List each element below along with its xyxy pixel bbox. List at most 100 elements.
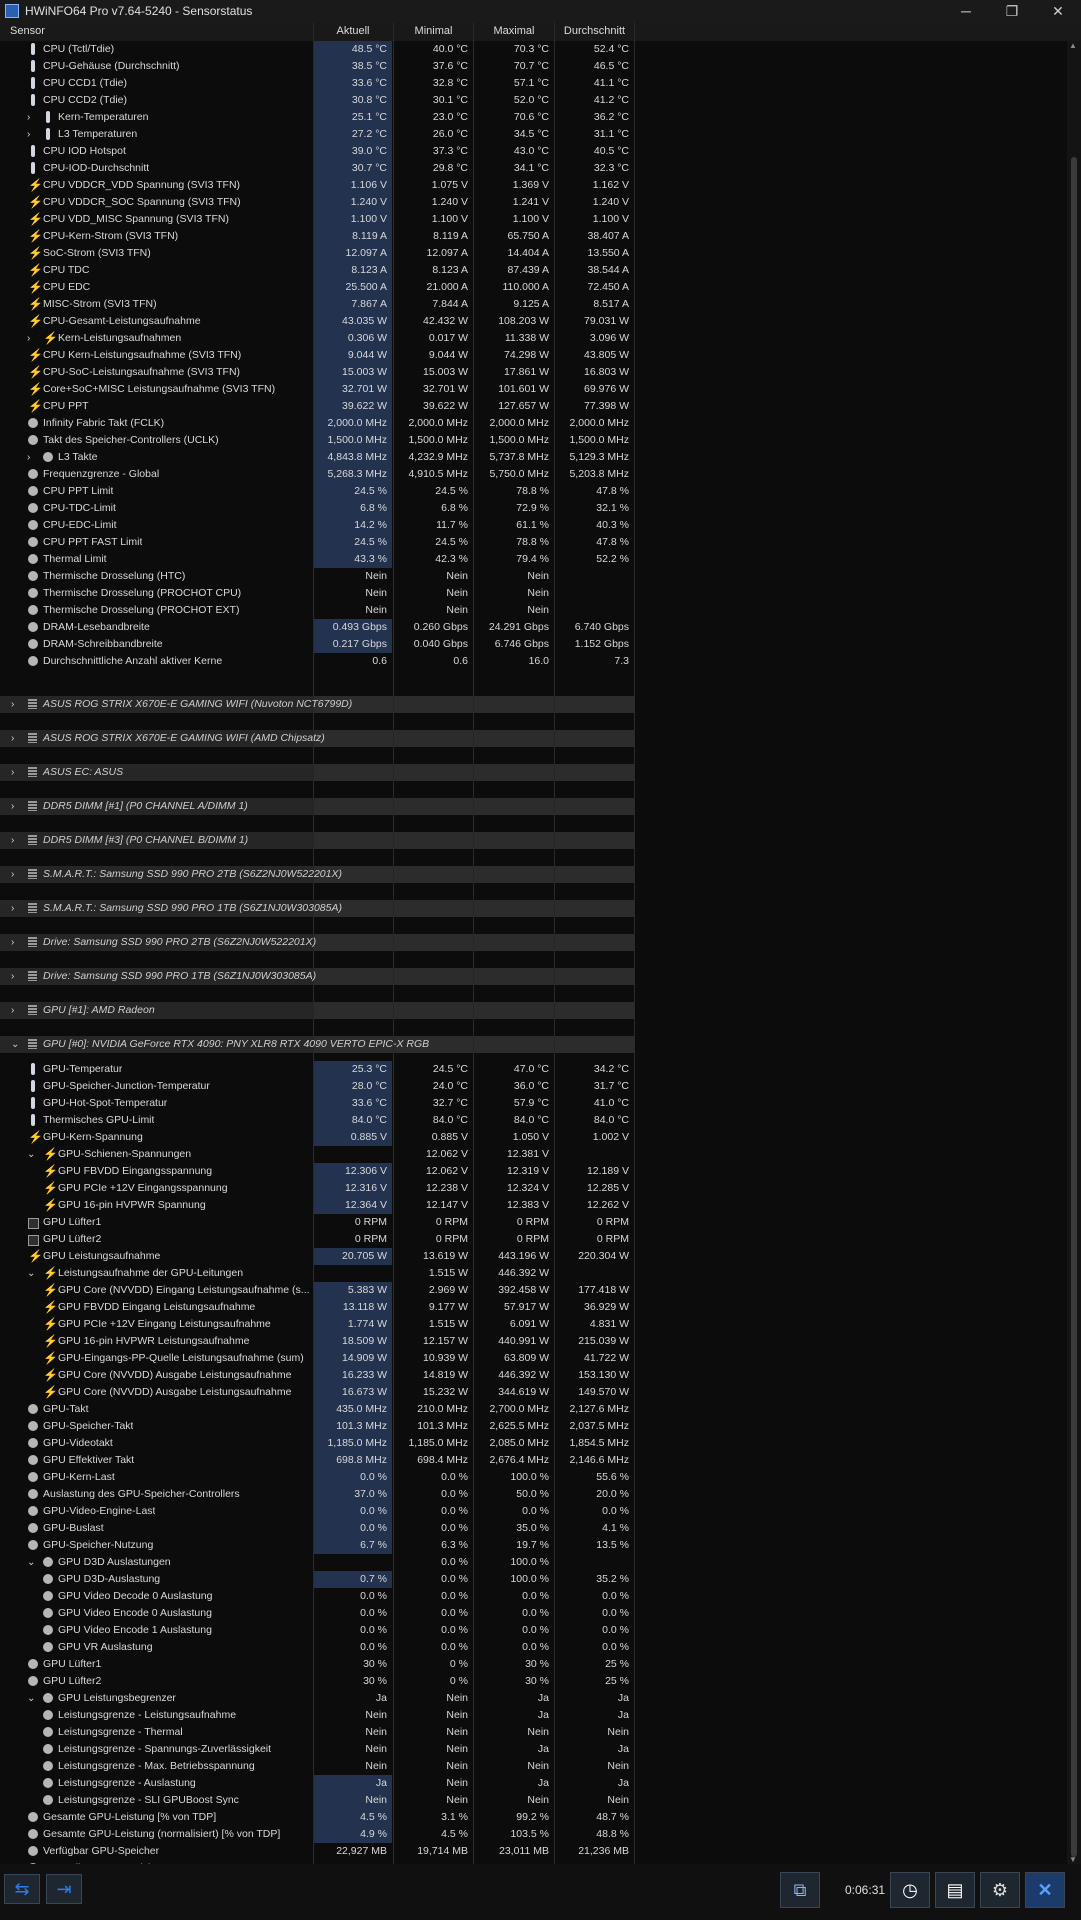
chevron-right-icon[interactable]: › <box>11 934 14 951</box>
sensor-group-row[interactable]: › DDR5 DIMM [#1] (P0 CHANNEL A/DIMM 1) <box>0 789 634 823</box>
sensor-row[interactable]: ⚡ CPU VDD_MISC Spannung (SVI3 TFN) 1.100 V… <box>0 211 634 228</box>
sensor-row[interactable]: ⚡ MISC-Strom (SVI3 TFN) 7.867 A 7.844 A 9.12… <box>0 296 634 313</box>
sensor-row[interactable]: ⚡ GPU 16-pin HVPWR Spannung 12.364 V 12.147… <box>0 1197 634 1214</box>
chevron-down-icon[interactable]: ⌄ <box>27 1554 35 1571</box>
sensor-row[interactable]: ⚡ Core+SoC+MISC Leistungsaufnahme (SVI3 T… <box>0 381 634 398</box>
sensor-row[interactable]: › ⚡ Kern-Leistungsaufnahmen 0.306 W 0.017 W 1… <box>0 330 634 347</box>
sensor-row[interactable]: ⚡ CPU-Kern-Strom (SVI3 TFN) 8.119 A 8.119 A… <box>0 228 634 245</box>
sensor-row[interactable]: ⚡ GPU-Kern-Spannung 0.885 V 0.885 V 1.050 V 1… <box>0 1129 634 1146</box>
restore-button[interactable]: ❐ <box>989 0 1035 22</box>
sensor-row[interactable]: GPU Video Encode 0 Auslastung 0.0 % 0.0 % 0… <box>0 1605 634 1622</box>
sensor-row[interactable]: ⚡ GPU FBVDD Eingang Leistungsaufnahme 13.1… <box>0 1299 634 1316</box>
sensor-row[interactable]: Infinity Fabric Takt (FCLK) 2,000.0 MHz 2,… <box>0 415 634 432</box>
sensor-row[interactable]: GPU-Speicher-Junction-Temperatur 28.0 °C 2… <box>0 1078 634 1095</box>
chevron-right-icon[interactable]: › <box>11 832 14 849</box>
scroll-down-icon[interactable]: ▼ <box>1069 1855 1077 1864</box>
chevron-down-icon[interactable]: ⌄ <box>11 1036 19 1053</box>
clock-button[interactable]: ◷ <box>890 1872 930 1908</box>
close-button[interactable]: ✕ <box>1035 0 1081 22</box>
sensor-group-row[interactable]: › Drive: Samsung SSD 990 PRO 2TB (S6Z2NJ0… <box>0 925 634 959</box>
sensor-row[interactable]: › L3 Takte 4,843.8 MHz 4,232.9 MHz 5,737.8 M… <box>0 449 634 466</box>
col-min[interactable]: Minimal <box>394 25 473 37</box>
chevron-right-icon[interactable]: › <box>11 866 14 883</box>
sensor-row[interactable]: ⚡ SoC-Strom (SVI3 TFN) 12.097 A 12.097 A 14.… <box>0 245 634 262</box>
close-sensors-button[interactable]: ✕ <box>1025 1872 1065 1908</box>
sensor-row[interactable]: GPU-Temperatur 25.3 °C 24.5 °C 47.0 °C 34.2 … <box>0 1061 634 1078</box>
sensor-row[interactable]: Leistungsgrenze - Thermal Nein Nein Nein Nei… <box>0 1724 634 1741</box>
sensor-row[interactable]: Leistungsgrenze - Spannungs-Zuverlässigk… <box>0 1741 634 1758</box>
col-avg[interactable]: Durchschnitt <box>555 25 634 37</box>
sensor-row[interactable]: › Kern-Temperaturen 25.1 °C 23.0 °C 70.6 °C 3… <box>0 109 634 126</box>
sensor-row[interactable]: GPU D3D-Auslastung 0.7 % 0.0 % 100.0 % 35.2 … <box>0 1571 634 1588</box>
sensor-row[interactable]: Thermische Drosselung (PROCHOT CPU) Nein N… <box>0 585 634 602</box>
sensor-row[interactable]: ⌄ ⚡ Leistungsaufnahme der GPU-Leitungen 1.5… <box>0 1265 634 1282</box>
sensor-row[interactable]: GPU Lüfter1 30 % 0 % 30 % 25 % <box>0 1656 634 1673</box>
sensor-row[interactable]: Leistungsgrenze - Auslastung Ja Nein Ja Ja <box>0 1775 634 1792</box>
chevron-right-icon[interactable]: › <box>11 764 14 781</box>
sensor-row[interactable]: ⚡ CPU-SoC-Leistungsaufnahme (SVI3 TFN) 15.… <box>0 364 634 381</box>
sensor-group-row[interactable]: › S.M.A.R.T.: Samsung SSD 990 PRO 2TB (S6… <box>0 857 634 891</box>
col-current[interactable]: Aktuell <box>314 25 392 37</box>
sensor-row[interactable]: GPU-Buslast 0.0 % 0.0 % 35.0 % 4.1 % <box>0 1520 634 1537</box>
sensor-row[interactable]: Leistungsgrenze - Leistungsaufnahme Nein N… <box>0 1707 634 1724</box>
sensor-row[interactable]: CPU PPT FAST Limit 24.5 % 24.5 % 78.8 % 47.8… <box>0 534 634 551</box>
sensor-row[interactable]: Auslastung des GPU-Speicher-Controllers 3… <box>0 1486 634 1503</box>
sensor-row[interactable]: ⚡ GPU PCIe +12V Eingang Leistungsaufnahme… <box>0 1316 634 1333</box>
sensor-row[interactable]: DRAM-Schreibbandbreite 0.217 Gbps 0.040 Gb… <box>0 636 634 653</box>
sensor-row[interactable]: ⚡ CPU PPT 39.622 W 39.622 W 127.657 W 77.398 … <box>0 398 634 415</box>
sensor-row[interactable]: GPU Lüfter1 0 RPM 0 RPM 0 RPM 0 RPM <box>0 1214 634 1231</box>
chevron-right-icon[interactable]: › <box>27 126 30 143</box>
sensor-row[interactable]: GPU-Speicher-Takt 101.3 MHz 101.3 MHz 2,625… <box>0 1418 634 1435</box>
sensor-row[interactable]: Thermisches GPU-Limit 84.0 °C 84.0 °C 84.0 … <box>0 1112 634 1129</box>
sensor-row[interactable]: GPU-Hot-Spot-Temperatur 33.6 °C 32.7 °C 57.… <box>0 1095 634 1112</box>
sensor-row[interactable]: CPU IOD Hotspot 39.0 °C 37.3 °C 43.0 °C 40.5… <box>0 143 634 160</box>
sensor-row[interactable]: › L3 Temperaturen 27.2 °C 26.0 °C 34.5 °C 31.… <box>0 126 634 143</box>
sensor-row[interactable]: ⚡ GPU FBVDD Eingangsspannung 12.306 V 12.06… <box>0 1163 634 1180</box>
sensor-row[interactable]: CPU-IOD-Durchschnitt 30.7 °C 29.8 °C 34.1 °… <box>0 160 634 177</box>
minimize-button[interactable]: ─ <box>943 0 989 22</box>
sensor-row[interactable]: ⚡ CPU Kern-Leistungsaufnahme (SVI3 TFN) 9.… <box>0 347 634 364</box>
sensor-row[interactable]: ⚡ CPU VDDCR_VDD Spannung (SVI3 TFN) 1.106 … <box>0 177 634 194</box>
col-sensor[interactable]: Sensor <box>10 25 45 37</box>
sensor-row[interactable]: Gesamte GPU-Leistung [% von TDP] 4.5 % 3.1… <box>0 1809 634 1826</box>
sensor-group-row[interactable]: › ASUS ROG STRIX X670E-E GAMING WIFI (Nuv… <box>0 687 634 721</box>
sensor-row[interactable]: ⚡ GPU PCIe +12V Eingangsspannung 12.316 V 1… <box>0 1180 634 1197</box>
sensor-row[interactable]: GPU-Speicher-Nutzung 6.7 % 6.3 % 19.7 % 13.5… <box>0 1537 634 1554</box>
chevron-down-icon[interactable]: ⌄ <box>27 1146 35 1163</box>
sensor-row[interactable]: Leistungsgrenze - SLI GPUBoost Sync Nein N… <box>0 1792 634 1809</box>
sensor-row[interactable]: ⚡ CPU VDDCR_SOC Spannung (SVI3 TFN) 1.240 … <box>0 194 634 211</box>
sensor-row[interactable]: Takt des Speicher-Controllers (UCLK) 1,50… <box>0 432 634 449</box>
sensor-row[interactable]: ⌄ ⚡ GPU-Schienen-Spannungen 12.062 V 12.381 … <box>0 1146 634 1163</box>
sensor-row[interactable]: CPU-TDC-Limit 6.8 % 6.8 % 72.9 % 32.1 % <box>0 500 634 517</box>
sensor-row[interactable]: DRAM-Lesebandbreite 0.493 Gbps 0.260 Gbps 2… <box>0 619 634 636</box>
chevron-right-icon[interactable]: › <box>11 696 14 713</box>
sensor-row[interactable]: CPU-Gehäuse (Durchschnitt) 38.5 °C 37.6 °C… <box>0 58 634 75</box>
sensor-row[interactable]: ⚡ GPU 16-pin HVPWR Leistungsaufnahme 18.50… <box>0 1333 634 1350</box>
sensor-row[interactable]: Thermische Drosselung (PROCHOT EXT) Nein N… <box>0 602 634 619</box>
sensor-row[interactable]: GPU-Kern-Last 0.0 % 0.0 % 100.0 % 55.6 % <box>0 1469 634 1486</box>
chevron-right-icon[interactable]: › <box>27 449 30 466</box>
sensor-row[interactable]: Durchschnittliche Anzahl aktiver Kerne 0.… <box>0 653 634 670</box>
sensor-row[interactable]: ⚡ CPU EDC 25.500 A 21.000 A 110.000 A 72.450 … <box>0 279 634 296</box>
sensor-group-row[interactable]: › Drive: Samsung SSD 990 PRO 1TB (S6Z1NJ0… <box>0 959 634 993</box>
sensor-row[interactable]: ⚡ GPU Core (NVVDD) Ausgabe Leistungsaufna… <box>0 1367 634 1384</box>
sensor-row[interactable]: ⚡ GPU-Eingangs-PP-Quelle Leistungsaufnahm… <box>0 1350 634 1367</box>
sensor-row[interactable]: GPU-Video-Engine-Last 0.0 % 0.0 % 0.0 % 0.0 … <box>0 1503 634 1520</box>
sensor-row[interactable]: GPU Video Decode 0 Auslastung 0.0 % 0.0 % 0… <box>0 1588 634 1605</box>
report-button[interactable]: ▤ <box>935 1872 975 1908</box>
chevron-right-icon[interactable]: › <box>11 900 14 917</box>
sensor-group-row[interactable]: › S.M.A.R.T.: Samsung SSD 990 PRO 1TB (S6… <box>0 891 634 925</box>
chevron-down-icon[interactable]: ⌄ <box>27 1690 35 1707</box>
chevron-right-icon[interactable]: › <box>11 798 14 815</box>
sensor-group-row[interactable]: › ASUS ROG STRIX X670E-E GAMING WIFI (AMD… <box>0 721 634 755</box>
sensor-row[interactable]: ⚡ GPU Core (NVVDD) Ausgabe Leistungsaufna… <box>0 1384 634 1401</box>
sensor-row[interactable]: GPU Effektiver Takt 698.8 MHz 698.4 MHz 2,6… <box>0 1452 634 1469</box>
sensor-group-row[interactable]: › DDR5 DIMM [#3] (P0 CHANNEL B/DIMM 1) <box>0 823 634 857</box>
col-max[interactable]: Maximal <box>474 25 554 37</box>
sensor-row[interactable]: Thermal Limit 43.3 % 42.3 % 79.4 % 52.2 % <box>0 551 634 568</box>
sensor-row[interactable]: Gesamte GPU-Leistung (normalisiert) [% v… <box>0 1826 634 1843</box>
chevron-down-icon[interactable]: ⌄ <box>27 1265 35 1282</box>
sensor-row[interactable]: CPU-EDC-Limit 14.2 % 11.7 % 61.1 % 40.3 % <box>0 517 634 534</box>
sensor-row[interactable]: Thermische Drosselung (HTC) Nein Nein Nein <box>0 568 634 585</box>
sensor-row[interactable]: ⚡ CPU-Gesamt-Leistungsaufnahme 43.035 W 42.… <box>0 313 634 330</box>
